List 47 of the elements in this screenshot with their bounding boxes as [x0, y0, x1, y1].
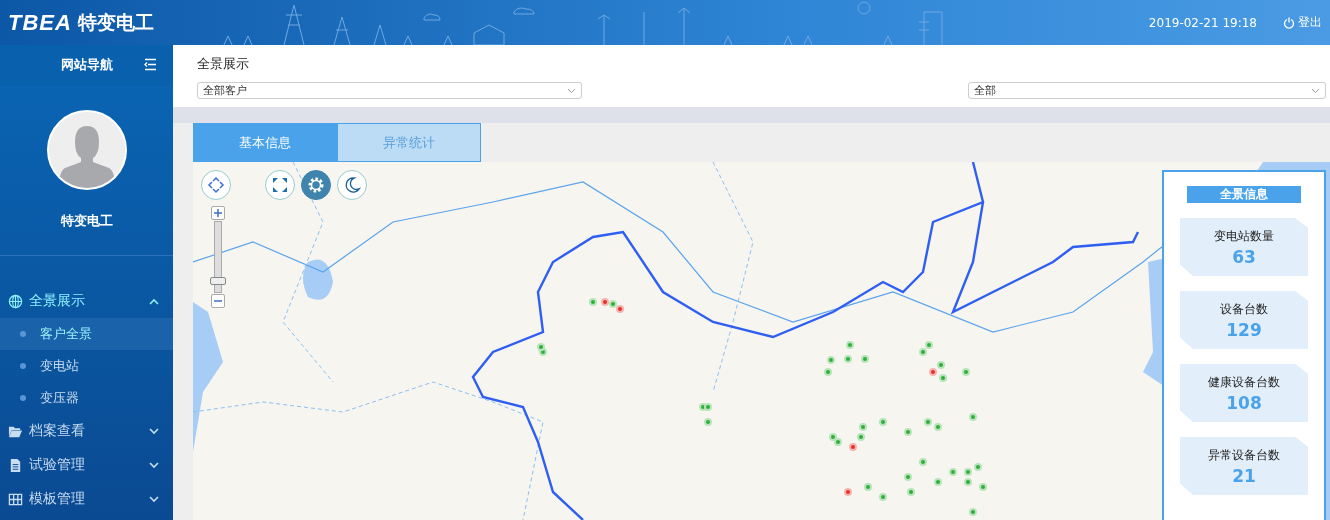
submenu-item[interactable]: 客户全景	[0, 318, 173, 350]
power-icon	[1283, 16, 1295, 29]
user-name: 特变电工	[60, 212, 113, 230]
menu-item[interactable]: 全景展示	[0, 284, 173, 318]
filter-dropdown[interactable]: 全部客户	[197, 82, 582, 99]
stat-label: 健康设备台数	[1208, 373, 1280, 391]
plus-icon	[214, 209, 222, 217]
stat-label: 设备台数	[1220, 300, 1268, 318]
minus-icon	[214, 300, 222, 302]
chevron-down-icon	[149, 461, 159, 469]
chevron-down-icon	[1311, 87, 1320, 94]
zoom-in-button[interactable]	[211, 206, 225, 220]
zoom-out-button[interactable]	[211, 294, 225, 308]
filter-dropdown[interactable]: 全部	[968, 82, 1326, 99]
submenu-item[interactable]: 变压器	[0, 382, 173, 414]
brand-name: 特变电工	[77, 9, 154, 35]
document-icon	[8, 457, 23, 473]
stat-value: 21	[1232, 465, 1256, 486]
expand-icon	[270, 175, 290, 195]
stat-value: 63	[1232, 246, 1256, 267]
menu-icon[interactable]	[143, 58, 157, 71]
stat-label: 变电站数量	[1214, 227, 1274, 245]
menu-item[interactable]: 档案查看	[0, 414, 173, 448]
menu-item[interactable]: 模板管理	[0, 482, 173, 516]
settings-button[interactable]	[301, 170, 331, 200]
chevron-down-icon	[149, 427, 159, 435]
chevron-down-icon	[567, 87, 576, 94]
menu-item[interactable]: 试验管理	[0, 448, 173, 482]
arrows-icon	[206, 175, 226, 195]
sidebar-title: 网站导航	[60, 56, 113, 74]
globe-icon	[8, 293, 23, 309]
logout-button[interactable]: 登出	[1283, 14, 1322, 31]
fullscreen-button[interactable]	[265, 170, 295, 200]
stat-label: 异常设备台数	[1208, 446, 1280, 464]
submenu-item[interactable]: 变电站	[0, 350, 173, 382]
pan-control[interactable]	[201, 170, 231, 200]
panel-title: 全景信息	[1187, 186, 1301, 203]
chevron-up-icon	[149, 297, 159, 305]
stat-value: 108	[1226, 392, 1262, 413]
settings-icon	[306, 175, 326, 195]
page-title: 全景展示	[197, 55, 250, 73]
night-mode-button[interactable]	[337, 170, 367, 200]
stat-value: 129	[1226, 319, 1262, 340]
logo-text: TBEA	[8, 9, 72, 36]
grid-icon	[8, 491, 23, 507]
chevron-down-icon	[149, 495, 159, 503]
date-time: 2019-02-21 19:18	[1148, 15, 1257, 30]
